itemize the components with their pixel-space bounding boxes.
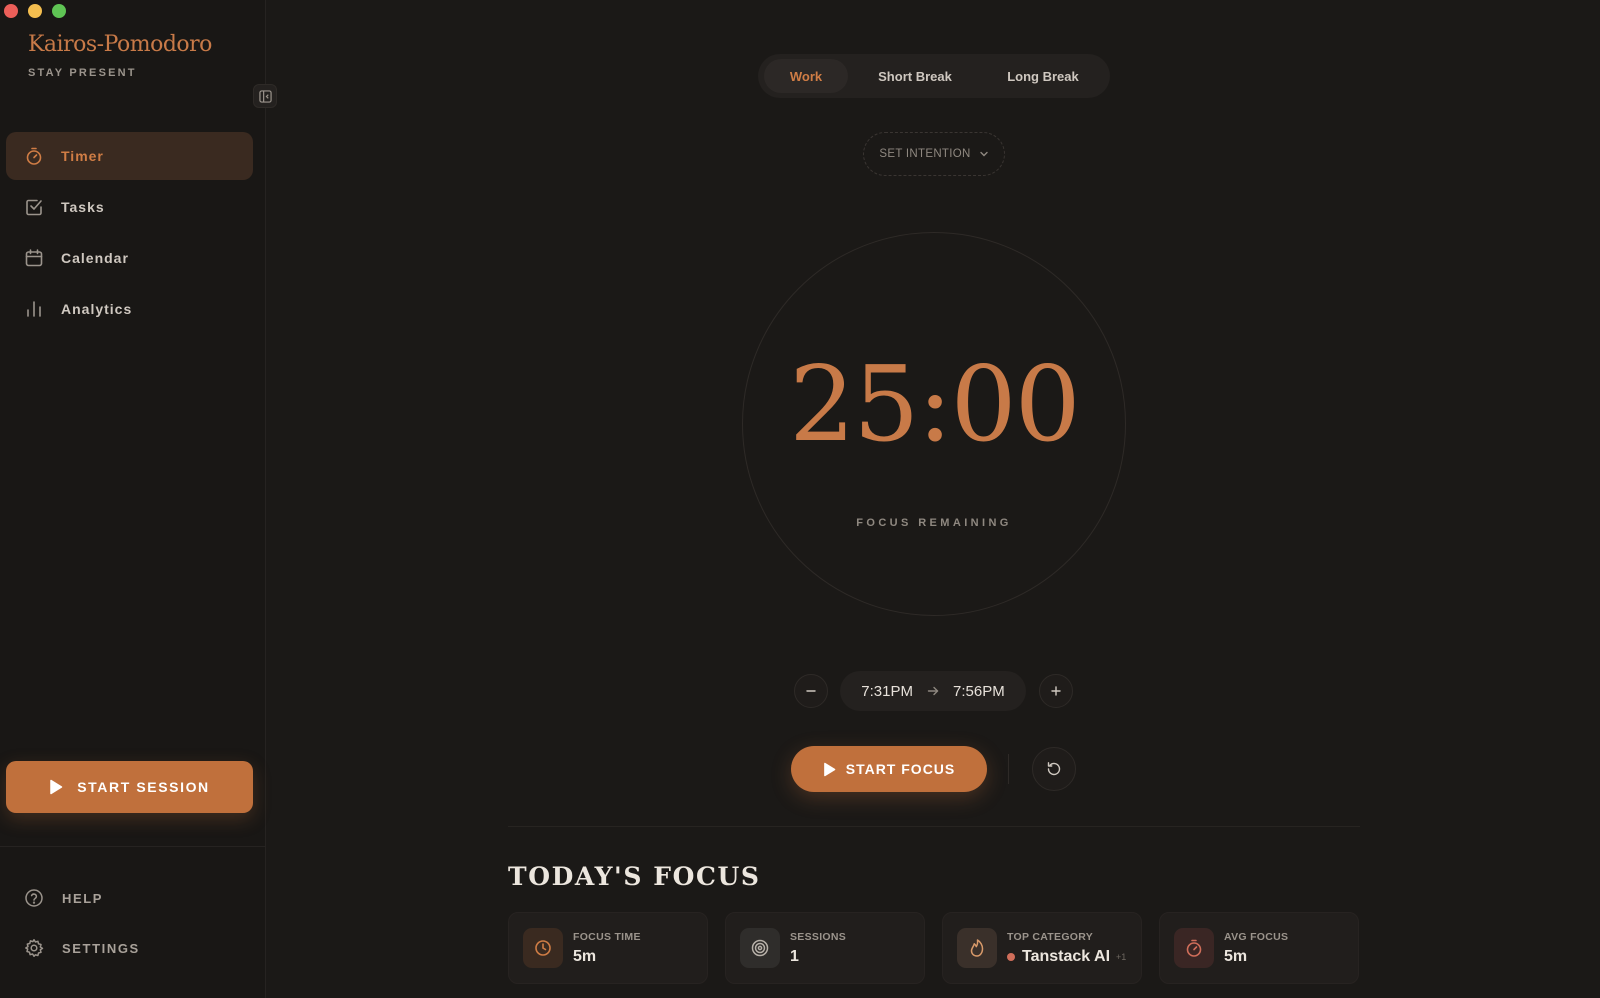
start-session-button[interactable]: START SESSION <box>6 761 253 813</box>
sidebar-item-calendar[interactable]: Calendar <box>6 234 253 282</box>
help-link[interactable]: HELP <box>24 888 103 908</box>
sidebar-item-tasks[interactable]: Tasks <box>6 183 253 231</box>
increase-duration-button[interactable] <box>1039 674 1073 708</box>
help-icon <box>25 889 43 907</box>
stat-card-focus-time: FOCUS TIME 5m <box>508 912 708 984</box>
category-extra-count: +1 <box>1116 951 1127 962</box>
timer-display: 25:00 <box>789 343 1081 465</box>
tab-long-break[interactable]: Long Break <box>982 59 1104 93</box>
tab-work[interactable]: Work <box>764 59 848 93</box>
section-divider <box>508 826 1360 827</box>
sidebar-item-label: Timer <box>61 148 104 164</box>
close-window-button[interactable] <box>4 4 18 18</box>
stats-row: FOCUS TIME 5m SESSIONS 1 TOP CATEGORY Ta… <box>508 912 1359 984</box>
checkbox-icon <box>24 197 44 217</box>
sidebar-divider <box>0 846 266 847</box>
gear-icon <box>25 939 44 957</box>
intention-label: SET INTENTION <box>879 148 971 160</box>
stat-value: 1 <box>790 947 799 965</box>
start-focus-button[interactable]: START FOCUS <box>791 746 987 792</box>
category-name: Tanstack AI <box>1022 947 1111 965</box>
category-color-dot <box>1007 952 1015 961</box>
app-subtitle: STAY PRESENT <box>28 67 137 79</box>
tab-short-break[interactable]: Short Break <box>848 59 982 93</box>
todays-focus-title: TODAY'S FOCUS <box>508 862 761 891</box>
minimize-window-button[interactable] <box>28 4 42 18</box>
settings-label: SETTINGS <box>62 940 140 956</box>
brand: Kairos-Pomodoro STAY PRESENT <box>28 32 212 79</box>
settings-link[interactable]: SETTINGS <box>24 938 140 958</box>
flame-icon <box>957 928 997 968</box>
target-icon <box>740 928 780 968</box>
timer-label: FOCUS REMAINING <box>856 517 1012 529</box>
sidebar-item-label: Tasks <box>61 199 105 215</box>
help-label: HELP <box>62 890 104 906</box>
timer-icon <box>1174 928 1214 968</box>
sidebar-item-label: Analytics <box>61 301 133 317</box>
play-icon <box>50 779 63 795</box>
bar-chart-icon <box>24 299 44 319</box>
stat-label: SESSIONS <box>790 930 847 943</box>
sidebar-item-analytics[interactable]: Analytics <box>6 285 253 333</box>
sidebar-item-label: Calendar <box>61 250 129 266</box>
sidebar-nav: Timer Tasks Calendar Analytics <box>6 132 253 336</box>
stat-label: AVG FOCUS <box>1224 930 1289 943</box>
controls-divider <box>1008 754 1009 784</box>
play-icon <box>823 762 836 776</box>
chevron-down-icon <box>979 151 988 157</box>
start-session-label: START SESSION <box>77 779 210 795</box>
main-content: Work Short Break Long Break SET INTENTIO… <box>266 0 1600 998</box>
reset-icon <box>1047 762 1061 776</box>
stat-value: 5m <box>573 947 597 965</box>
start-focus-label: START FOCUS <box>845 761 956 777</box>
maximize-window-button[interactable] <box>52 4 66 18</box>
sidebar-item-timer[interactable]: Timer <box>6 132 253 180</box>
set-intention-dropdown[interactable]: SET INTENTION <box>863 132 1005 176</box>
stopwatch-icon <box>24 146 44 166</box>
clock-icon <box>523 928 563 968</box>
stat-label: FOCUS TIME <box>573 930 641 943</box>
session-time-range: 7:31PM 7:56PM <box>840 671 1026 711</box>
window-controls <box>4 4 66 18</box>
stat-card-sessions: SESSIONS 1 <box>725 912 925 984</box>
sidebar: Kairos-Pomodoro STAY PRESENT Timer Tasks… <box>0 0 277 998</box>
mode-selector: Work Short Break Long Break <box>758 54 1110 98</box>
stat-label: TOP CATEGORY <box>1007 930 1094 943</box>
app-title: Kairos-Pomodoro <box>28 32 212 57</box>
calendar-icon <box>24 248 44 268</box>
minus-icon <box>806 690 816 692</box>
stat-card-avg-focus: AVG FOCUS 5m <box>1159 912 1359 984</box>
plus-icon <box>1051 686 1061 696</box>
stat-value-row: Tanstack AI +1 <box>1007 948 1126 966</box>
arrow-right-icon <box>927 686 939 696</box>
decrease-duration-button[interactable] <box>794 674 828 708</box>
reset-timer-button[interactable] <box>1032 747 1076 791</box>
stat-card-top-category: TOP CATEGORY Tanstack AI +1 <box>942 912 1142 984</box>
end-time: 7:56PM <box>953 682 1005 700</box>
start-time: 7:31PM <box>861 682 913 700</box>
stat-value: 5m <box>1224 947 1248 965</box>
